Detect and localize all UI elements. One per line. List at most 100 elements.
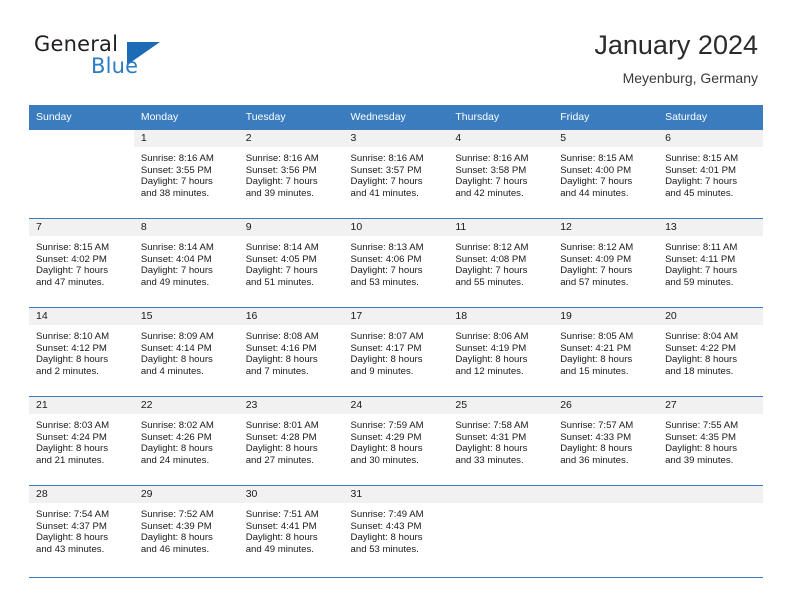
day-info-line: Sunset: 4:01 PM (665, 164, 736, 176)
day-info-line: Sunset: 4:14 PM (140, 342, 212, 354)
day-number: 8 (133, 219, 239, 236)
day-cell-16[interactable]: 16 Sunrise: 8:08 AM Sunset: 4:16 PM Dayligh… (238, 307, 344, 396)
day-info-line: Sunset: 4:28 PM (245, 431, 317, 443)
day-cell-30[interactable]: 30 Sunrise: 7:51 AM Sunset: 4:41 PM Dayligh… (238, 485, 344, 574)
day-cell-18[interactable]: 18 Sunrise: 8:06 AM Sunset: 4:19 PM Dayligh… (448, 307, 554, 396)
day-number (658, 486, 763, 503)
day-cell-17[interactable]: 17 Sunrise: 8:07 AM Sunset: 4:17 PM Dayligh… (343, 307, 449, 396)
day-info-line: and 21 minutes. (36, 454, 105, 466)
day-cell-empty (553, 485, 659, 574)
day-number: 21 (29, 397, 134, 414)
day-cell-9[interactable]: 9 Sunrise: 8:14 AM Sunset: 4:05 PM Daylight… (238, 218, 344, 307)
day-info-line: Sunrise: 7:51 AM (245, 509, 319, 520)
day-info-line: Sunset: 4:43 PM (350, 520, 422, 532)
day-info-line: and 24 minutes. (140, 454, 210, 466)
day-info-line: and 39 minutes. (245, 187, 314, 199)
day-cell-2[interactable]: 2 Sunrise: 8:16 AM Sunset: 3:56 PM Daylight… (238, 129, 344, 218)
day-cell-6[interactable]: 6 Sunrise: 8:15 AM Sunset: 4:01 PM Daylight… (658, 129, 763, 218)
day-cell-22[interactable]: 22 Sunrise: 8:02 AM Sunset: 4:26 PM Dayligh… (133, 396, 239, 485)
day-info-line: Sunrise: 7:52 AM (140, 509, 214, 520)
day-cell-31[interactable]: 31 Sunrise: 7:49 AM Sunset: 4:43 PM Dayligh… (343, 485, 449, 574)
day-info-line: Sunrise: 8:16 AM (350, 153, 424, 164)
logo-text-general: General (34, 32, 119, 56)
day-info-line: Sunset: 4:08 PM (455, 253, 527, 265)
day-cell-23[interactable]: 23 Sunrise: 8:01 AM Sunset: 4:28 PM Dayligh… (238, 396, 344, 485)
day-info-line: Sunrise: 7:59 AM (350, 420, 424, 431)
day-info-line: Sunrise: 7:57 AM (560, 420, 634, 431)
day-info-line: Sunrise: 8:13 AM (350, 242, 424, 253)
day-cell-8[interactable]: 8 Sunrise: 8:14 AM Sunset: 4:04 PM Daylight… (133, 218, 239, 307)
general-blue-logo[interactable]: General Blue (34, 32, 214, 88)
weekday-headers: Sunday Monday Tuesday Wednesday Thursday Frid… (29, 105, 763, 129)
day-info-line: and 15 minutes. (560, 365, 629, 377)
day-cell-3[interactable]: 3 Sunrise: 8:16 AM Sunset: 3:57 PM Daylight… (343, 129, 449, 218)
day-info-line: Daylight: 8 hours (245, 443, 318, 455)
day-cell-14[interactable]: 14 Sunrise: 8:10 AM Sunset: 4:12 PM Dayligh… (29, 307, 134, 396)
day-info-line: and 45 minutes. (665, 187, 734, 199)
day-number: 31 (343, 486, 449, 503)
day-cell-empty (29, 129, 134, 218)
day-info-line: Daylight: 7 hours (560, 265, 633, 277)
day-number: 13 (658, 219, 763, 236)
day-number: 2 (238, 130, 344, 147)
day-info-line: and 49 minutes. (245, 543, 314, 555)
day-info-line: and 47 minutes. (36, 276, 105, 288)
day-sun-info: Sunrise: 8:16 AM Sunset: 3:58 PM Daylight:… (448, 147, 553, 199)
day-cell-10[interactable]: 10 Sunrise: 8:13 AM Sunset: 4:06 PM Dayligh… (343, 218, 449, 307)
day-cell-27[interactable]: 27 Sunrise: 7:55 AM Sunset: 4:35 PM Dayligh… (658, 396, 763, 485)
day-sun-info: Sunrise: 8:16 AM Sunset: 3:56 PM Daylight:… (239, 147, 344, 199)
day-info-line: Sunrise: 7:58 AM (455, 420, 529, 431)
day-cell-15[interactable]: 15 Sunrise: 8:09 AM Sunset: 4:14 PM Dayligh… (133, 307, 239, 396)
day-info-line: Sunset: 4:09 PM (560, 253, 632, 265)
day-sun-info: Sunrise: 8:11 AM Sunset: 4:11 PM Daylight:… (658, 236, 763, 288)
day-number: 28 (29, 486, 134, 503)
day-cell-20[interactable]: 20 Sunrise: 8:04 AM Sunset: 4:22 PM Dayligh… (658, 307, 763, 396)
day-sun-info: Sunrise: 7:49 AM Sunset: 4:43 PM Daylight:… (344, 503, 449, 555)
day-cell-28[interactable]: 28 Sunrise: 7:54 AM Sunset: 4:37 PM Dayligh… (29, 485, 134, 574)
day-cell-12[interactable]: 12 Sunrise: 8:12 AM Sunset: 4:09 PM Dayligh… (553, 218, 659, 307)
day-info-line: and 49 minutes. (140, 276, 210, 288)
day-cell-25[interactable]: 25 Sunrise: 7:58 AM Sunset: 4:31 PM Dayligh… (448, 396, 554, 485)
day-info-line: Daylight: 8 hours (560, 354, 633, 366)
day-info-line: Sunrise: 8:10 AM (36, 331, 110, 342)
day-cell-21[interactable]: 21 Sunrise: 8:03 AM Sunset: 4:24 PM Dayligh… (29, 396, 134, 485)
day-cell-29[interactable]: 29 Sunrise: 7:52 AM Sunset: 4:39 PM Dayligh… (133, 485, 239, 574)
day-info-line: Sunrise: 8:08 AM (245, 331, 319, 342)
day-info-line: Sunset: 3:55 PM (140, 164, 212, 176)
day-info-line: Daylight: 7 hours (455, 265, 528, 277)
day-info-line: Sunset: 4:02 PM (36, 253, 107, 265)
day-sun-info (658, 503, 763, 509)
day-info-line: Daylight: 7 hours (36, 265, 108, 277)
day-cell-4[interactable]: 4 Sunrise: 8:16 AM Sunset: 3:58 PM Daylight… (448, 129, 554, 218)
day-number: 4 (448, 130, 554, 147)
day-info-line: Sunrise: 8:01 AM (245, 420, 319, 431)
day-sun-info: Sunrise: 8:09 AM Sunset: 4:14 PM Daylight:… (134, 325, 239, 377)
day-sun-info: Sunrise: 8:13 AM Sunset: 4:06 PM Daylight:… (344, 236, 449, 288)
day-number: 6 (658, 130, 763, 147)
day-info-line: Daylight: 8 hours (140, 443, 213, 455)
day-info-line: Sunset: 4:19 PM (455, 342, 527, 354)
calendar-week-row: 7 Sunrise: 8:15 AM Sunset: 4:02 PM Daylight… (29, 218, 763, 307)
day-cell-26[interactable]: 26 Sunrise: 7:57 AM Sunset: 4:33 PM Dayligh… (553, 396, 659, 485)
day-info-line: Sunset: 4:00 PM (560, 164, 632, 176)
day-cell-11[interactable]: 11 Sunrise: 8:12 AM Sunset: 4:08 PM Dayligh… (448, 218, 554, 307)
day-cell-19[interactable]: 19 Sunrise: 8:05 AM Sunset: 4:21 PM Dayligh… (553, 307, 659, 396)
day-info-line: Daylight: 8 hours (140, 532, 213, 544)
day-info-line: and 38 minutes. (140, 187, 210, 199)
day-sun-info: Sunrise: 8:12 AM Sunset: 4:09 PM Daylight:… (553, 236, 658, 288)
day-sun-info: Sunrise: 8:15 AM Sunset: 4:01 PM Daylight:… (658, 147, 763, 199)
day-cell-13[interactable]: 13 Sunrise: 8:11 AM Sunset: 4:11 PM Dayligh… (658, 218, 763, 307)
day-number: 12 (553, 219, 659, 236)
day-info-line: Sunrise: 8:11 AM (665, 242, 738, 253)
day-cell-5[interactable]: 5 Sunrise: 8:15 AM Sunset: 4:00 PM Daylight… (553, 129, 659, 218)
day-info-line: Sunset: 4:24 PM (36, 431, 107, 443)
day-cell-24[interactable]: 24 Sunrise: 7:59 AM Sunset: 4:29 PM Dayligh… (343, 396, 449, 485)
day-cell-1[interactable]: 1 Sunrise: 8:16 AM Sunset: 3:55 PM Daylight… (133, 129, 239, 218)
day-cell-7[interactable]: 7 Sunrise: 8:15 AM Sunset: 4:02 PM Daylight… (29, 218, 134, 307)
day-info-line: Daylight: 8 hours (455, 443, 528, 455)
day-number: 5 (553, 130, 659, 147)
day-number: 3 (343, 130, 449, 147)
day-info-line: and 2 minutes. (36, 365, 99, 377)
day-info-line: Daylight: 8 hours (36, 354, 108, 366)
weekday-header-friday: Friday (553, 105, 659, 129)
